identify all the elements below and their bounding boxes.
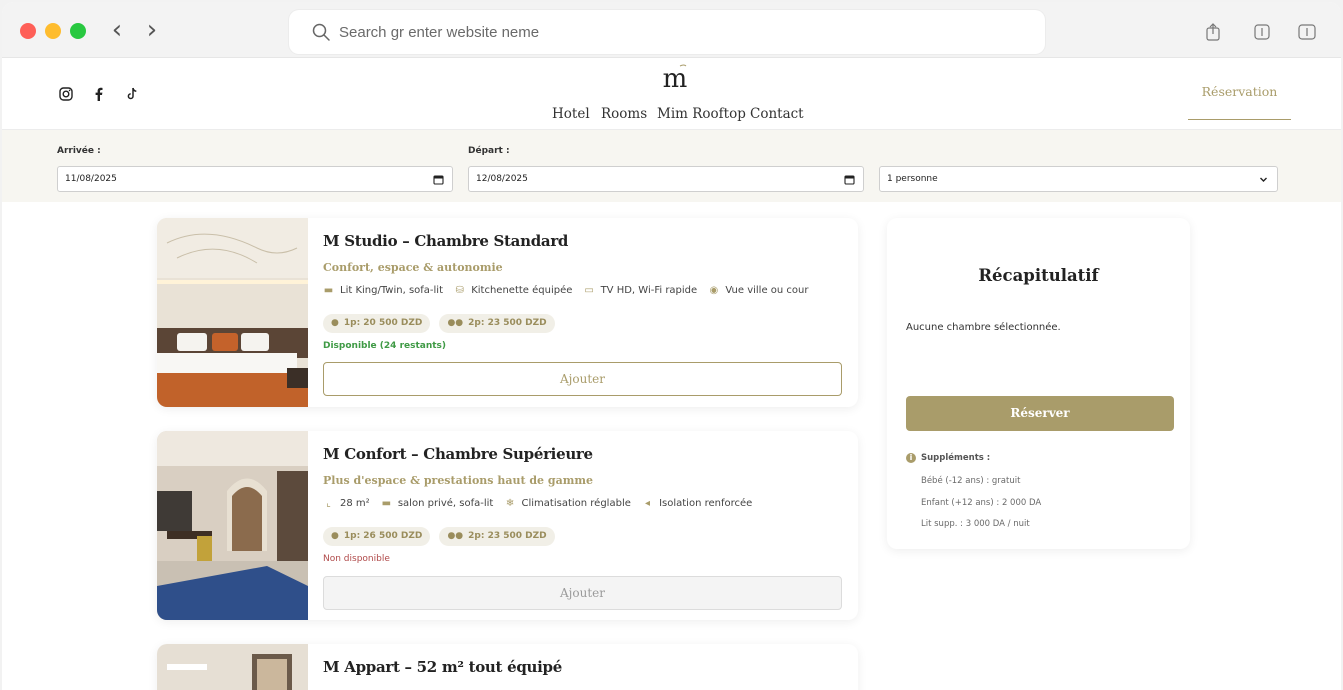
search-icon: [312, 23, 330, 41]
back-arrow-icon[interactable]: ‹: [106, 17, 128, 44]
departure-date-input[interactable]: 12/08/2025: [468, 166, 864, 192]
room-title: M Appart – 52 m² tout équipé: [323, 658, 562, 676]
instagram-icon[interactable]: [58, 86, 74, 102]
room-photo-confort: [157, 431, 308, 620]
calendar-icon[interactable]: [433, 174, 444, 185]
feature-item: ⛁ Kitchenette équipée: [455, 285, 573, 296]
room-card: M Studio – Chambre Standard Confort, esp…: [157, 218, 858, 407]
close-window-button[interactable]: [20, 23, 36, 39]
logo-icon: m: [663, 64, 688, 94]
people-icon: ●●: [447, 318, 464, 328]
svg-text:m: m: [663, 64, 688, 94]
nav-contact[interactable]: Contact: [750, 106, 804, 122]
price-1p-badge: ● 1p: 26 500 DZD: [323, 526, 431, 546]
reserve-button[interactable]: Réserver: [906, 396, 1174, 431]
availability-status: Disponible (24 restants): [323, 341, 447, 351]
departure-label: Départ :: [468, 146, 510, 156]
room-photo-studio: [157, 218, 308, 407]
supplement-item: Bébé (-12 ans) : gratuit: [921, 476, 1021, 486]
tabs-icon[interactable]: [1252, 22, 1272, 42]
room-title: M Studio – Chambre Standard: [323, 232, 569, 250]
price-2p-badge: ●● 2p: 23 500 DZD: [439, 313, 555, 333]
people-icon: ●●: [447, 531, 464, 541]
bed-icon: ▬: [381, 498, 392, 509]
snowflake-icon: ❄: [505, 498, 515, 509]
departure-date-value: 12/08/2025: [476, 174, 528, 184]
arrival-label: Arrivée :: [57, 146, 101, 156]
feature-item: ⌞ 28 m²: [323, 498, 370, 509]
bed-icon: ▬: [323, 285, 334, 296]
price-pills: ● 1p: 26 500 DZD ●● 2p: 23 500 DZD: [323, 523, 559, 546]
facebook-icon[interactable]: [91, 86, 107, 102]
date-filter-bar: Arrivée : 11/08/2025 Départ : 12/08/2025…: [2, 130, 1341, 202]
arrival-date-input[interactable]: 11/08/2025: [57, 166, 453, 192]
price-2p-badge: ●● 2p: 23 500 DZD: [439, 526, 555, 546]
search-input[interactable]: [339, 20, 1019, 44]
forward-arrow-icon[interactable]: ›: [141, 17, 163, 44]
room-subtitle: Confort, espace & autonomie: [323, 261, 503, 274]
room-features: ⌞ 28 m² ▬ salon privé, sofa-lit ❄ Climatisa…: [323, 498, 760, 509]
nav-mim-rooftop[interactable]: Mim Rooftop: [657, 106, 746, 122]
sidebar-icon[interactable]: [1297, 22, 1317, 42]
tv-icon: ▭: [584, 285, 594, 296]
room-features: ▬ Lit King/Twin, sofa-lit ⛁ Kitchenette éq…: [323, 285, 817, 296]
recap-title: Récapitulatif: [978, 266, 1099, 285]
feature-item: ▭ TV HD, Wi-Fi rapide: [584, 285, 698, 296]
recap-empty-text: Aucune chambre sélectionnée.: [906, 322, 1061, 333]
recap-panel: Récapitulatif Aucune chambre sélectionné…: [887, 218, 1190, 549]
calendar-icon[interactable]: [844, 174, 855, 185]
room-subtitle: Plus d'espace & prestations haut de gamm…: [323, 474, 593, 487]
price-1p-badge: ● 1p: 20 500 DZD: [323, 313, 431, 333]
feature-item: ◉ Vue ville ou cour: [709, 285, 809, 296]
site-header: m Hotel Rooms Mim Rooftop Contact Réserv…: [2, 58, 1341, 130]
share-icon[interactable]: [1203, 22, 1223, 42]
feature-item: ▬ salon privé, sofa-lit: [381, 498, 494, 509]
supplement-item: Enfant (+12 ans) : 2 000 DA: [921, 498, 1042, 508]
kitchen-icon: ⛁: [455, 285, 464, 296]
room-title: M Confort – Chambre Supérieure: [323, 445, 593, 463]
eye-icon: ◉: [709, 285, 719, 296]
info-icon: i: [906, 453, 916, 463]
room-photo-appart: [157, 644, 308, 690]
nav-hotel[interactable]: Hotel: [552, 106, 590, 122]
feature-item: ▬ Lit King/Twin, sofa-lit: [323, 285, 444, 296]
maximize-window-button[interactable]: [70, 23, 86, 39]
sound-icon: ◂: [645, 498, 651, 509]
address-bar[interactable]: [289, 10, 1045, 54]
room-card: M Confort – Chambre Supérieure Plus d'es…: [157, 431, 858, 620]
minimize-window-button[interactable]: [45, 23, 61, 39]
guests-value: 1 personne: [887, 174, 938, 184]
person-icon: ●: [331, 318, 339, 328]
nav-rooms[interactable]: Rooms: [601, 106, 647, 122]
area-icon: ⌞: [326, 498, 331, 509]
price-pills: ● 1p: 20 500 DZD ●● 2p: 23 500 DZD: [323, 310, 559, 333]
arrival-date-value: 11/08/2025: [65, 174, 117, 184]
add-room-button[interactable]: Ajouter: [323, 362, 842, 396]
browser-toolbar: ‹ ›: [2, 2, 1341, 58]
hotel-logo[interactable]: m: [660, 62, 690, 96]
add-room-button[interactable]: Ajouter: [323, 576, 842, 610]
person-icon: ●: [331, 531, 339, 541]
browser-window: ‹ › m Hotel Rooms Mim Rooftop Contact Ré…: [2, 2, 1341, 690]
feature-item: ◂ Isolation renforcée: [642, 498, 752, 509]
reservation-link[interactable]: Réservation: [1188, 84, 1291, 120]
supplements-title: i Suppléments :: [906, 453, 990, 463]
guests-select[interactable]: 1 personne: [879, 166, 1278, 192]
availability-status: Non disponible: [323, 554, 390, 564]
supplement-item: Lit supp. : 3 000 DA / nuit: [921, 519, 1030, 529]
room-card: M Appart – 52 m² tout équipé: [157, 644, 858, 690]
feature-item: ❄ Climatisation réglable: [505, 498, 631, 509]
tiktok-icon[interactable]: [124, 86, 140, 102]
chevron-down-icon: [1260, 177, 1267, 182]
